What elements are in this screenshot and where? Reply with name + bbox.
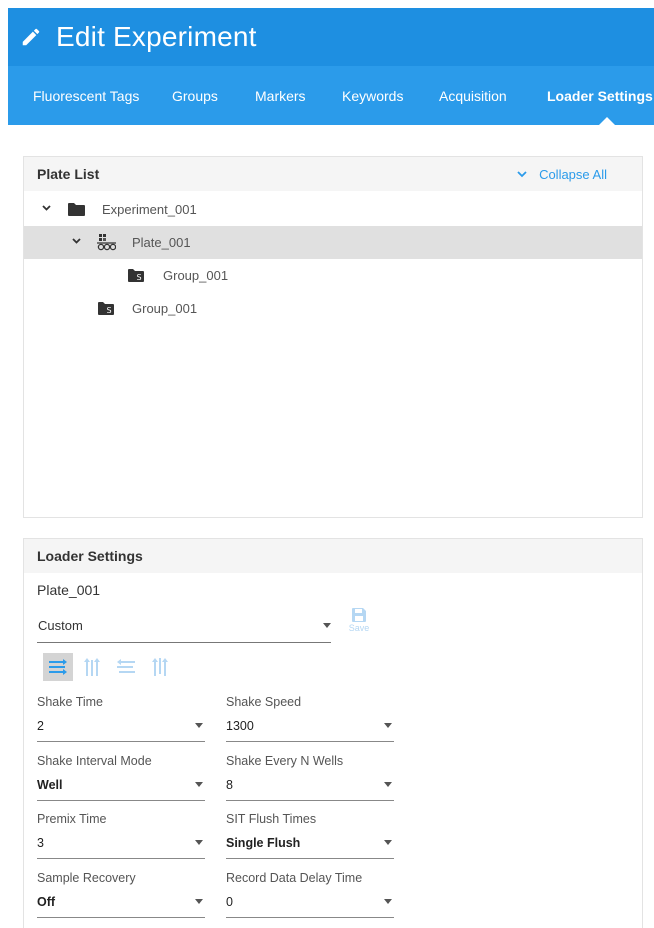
caret-down-icon <box>323 623 331 628</box>
caret-down-icon <box>195 840 203 845</box>
group-badge: S <box>107 306 112 315</box>
caret-down-icon <box>384 840 392 845</box>
field-value: 3 <box>37 836 44 850</box>
chevron-down-icon <box>517 171 527 178</box>
tree-node-label: Group_001 <box>163 268 229 283</box>
interval-mode-toolbar <box>43 653 175 681</box>
field-value: Well <box>37 778 63 792</box>
page-title: Edit Experiment <box>56 21 257 52</box>
group-folder-icon: S <box>128 269 144 282</box>
pencil-icon <box>22 28 40 46</box>
mode-serpentine-horizontal-button[interactable] <box>111 653 141 681</box>
active-tab-indicator <box>599 117 615 125</box>
field-underline <box>37 917 205 918</box>
tree-node-group[interactable]: S Group_001 <box>24 292 642 325</box>
field-label: Shake Interval Mode <box>37 754 152 768</box>
plate-icon <box>97 234 116 251</box>
tree-node-label: Group_001 <box>132 301 198 316</box>
field-underline <box>226 741 394 742</box>
caret-down-icon <box>384 723 392 728</box>
tab-keywords[interactable]: Keywords <box>342 88 403 104</box>
save-icon <box>352 608 366 622</box>
chevron-down-icon[interactable] <box>72 238 81 244</box>
preset-select[interactable]: Custom <box>37 617 331 643</box>
app-header: Edit Experiment <box>8 8 654 66</box>
chevron-down-icon[interactable] <box>42 205 51 211</box>
caret-down-icon <box>384 899 392 904</box>
horizontal-arrows-icon <box>49 659 67 675</box>
field-value: 2 <box>37 719 44 733</box>
mode-serpentine-vertical-button[interactable] <box>145 653 175 681</box>
caret-down-icon <box>195 782 203 787</box>
collapse-all-label: Collapse All <box>539 167 607 182</box>
sit-flush-times-field[interactable]: SIT Flush Times Single Flush <box>226 812 394 862</box>
tab-groups[interactable]: Groups <box>172 88 218 104</box>
field-underline <box>37 858 205 859</box>
mode-vertical-button[interactable] <box>77 653 107 681</box>
field-label: Shake Every N Wells <box>226 754 344 768</box>
tree-node-label: Plate_001 <box>132 235 191 250</box>
field-underline <box>37 800 205 801</box>
field-label: Sample Recovery <box>37 871 136 885</box>
save-label: Save <box>348 623 370 633</box>
field-label: Shake Speed <box>226 695 302 709</box>
folder-icon <box>68 203 85 216</box>
plate-list-panel: Plate List Collapse All Experiment_001 P… <box>23 156 643 518</box>
shake-interval-mode-field[interactable]: Shake Interval Mode Well <box>37 754 205 804</box>
loader-settings-header: Loader Settings <box>24 539 642 573</box>
shake-speed-field[interactable]: Shake Speed 1300 <box>226 695 394 745</box>
mode-horizontal-button[interactable] <box>43 653 73 681</box>
field-value: 0 <box>226 895 233 909</box>
field-value: Off <box>37 895 56 909</box>
field-label: Shake Time <box>37 695 104 709</box>
tree-node-label: Experiment_001 <box>102 202 197 217</box>
tab-loader-settings[interactable]: Loader Settings <box>547 88 653 104</box>
shake-time-field[interactable]: Shake Time 2 <box>37 695 205 745</box>
serpentine-horizontal-icon <box>117 659 135 673</box>
caret-down-icon <box>195 899 203 904</box>
tab-markers[interactable]: Markers <box>255 88 306 104</box>
field-underline <box>226 917 394 918</box>
tree-node-plate[interactable]: Plate_001 <box>24 226 642 259</box>
caret-down-icon <box>384 782 392 787</box>
save-button[interactable]: Save <box>346 608 372 642</box>
field-value: 1300 <box>226 719 254 733</box>
record-data-delay-time-field[interactable]: Record Data Delay Time 0 <box>226 871 394 921</box>
vertical-arrows-icon <box>84 658 100 676</box>
plate-list-title: Plate List <box>37 166 100 182</box>
field-underline <box>226 800 394 801</box>
tab-acquisition[interactable]: Acquisition <box>439 88 507 104</box>
field-underline <box>37 741 205 742</box>
caret-down-icon <box>195 723 203 728</box>
tab-bar: Fluorescent Tags Groups Markers Keywords… <box>8 66 654 125</box>
shake-every-n-wells-field[interactable]: Shake Every N Wells 8 <box>226 754 394 804</box>
tree-node-experiment[interactable]: Experiment_001 <box>24 193 642 226</box>
plate-name: Plate_001 <box>37 582 101 598</box>
plate-list-header: Plate List Collapse All <box>24 157 642 191</box>
field-label: SIT Flush Times <box>226 812 317 826</box>
loader-settings-title: Loader Settings <box>37 548 143 564</box>
field-value: Single Flush <box>226 836 301 850</box>
tree-node-group[interactable]: S Group_001 <box>24 259 642 292</box>
field-underline <box>226 858 394 859</box>
field-label: Record Data Delay Time <box>226 871 363 885</box>
serpentine-vertical-icon <box>152 658 168 676</box>
group-badge: S <box>137 273 142 282</box>
premix-time-field[interactable]: Premix Time 3 <box>37 812 205 862</box>
preset-value: Custom <box>38 618 83 633</box>
sample-recovery-field[interactable]: Sample Recovery Off <box>37 871 205 921</box>
collapse-all-button[interactable]: Collapse All <box>517 167 607 182</box>
field-label: Premix Time <box>37 812 107 826</box>
field-value: 8 <box>226 778 233 792</box>
loader-settings-panel: Loader Settings Plate_001 Custom Save Sh… <box>23 538 643 928</box>
group-folder-icon: S <box>98 302 114 315</box>
tab-fluorescent-tags[interactable]: Fluorescent Tags <box>33 88 139 104</box>
